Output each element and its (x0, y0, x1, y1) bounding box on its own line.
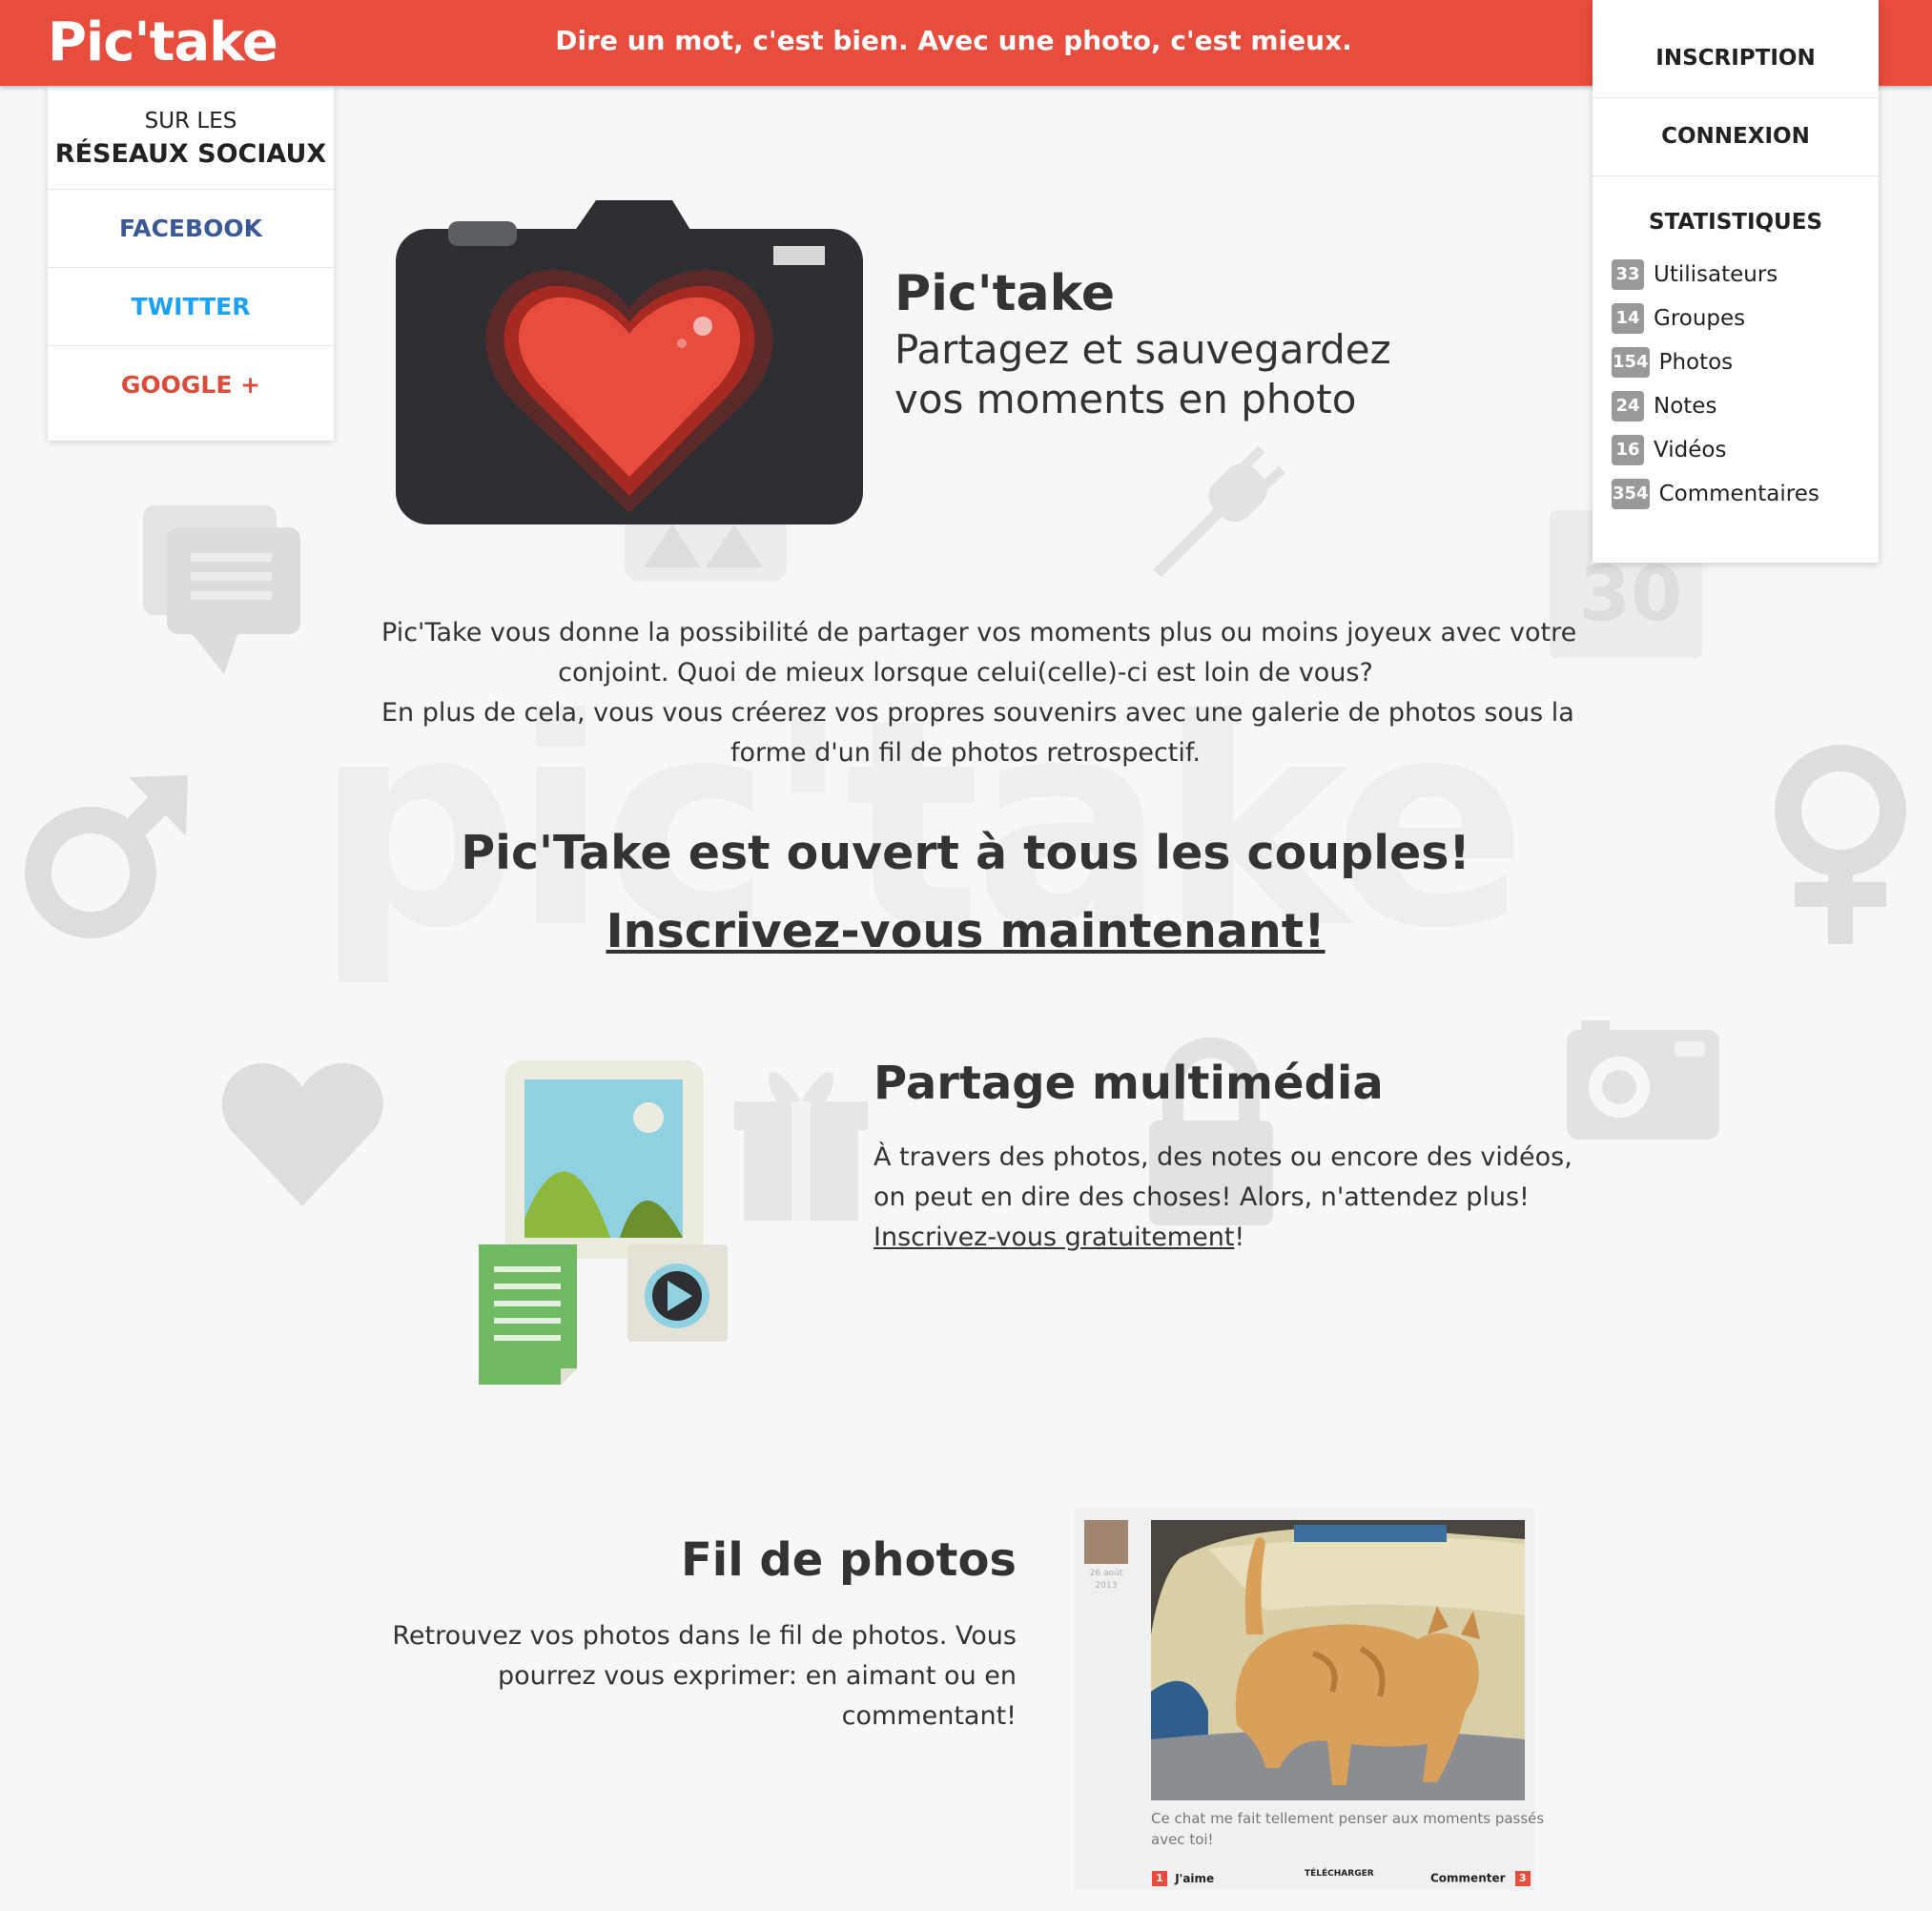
stat-videos: 16 Vidéos (1612, 435, 1726, 467)
multimedia-illustration (479, 1060, 728, 1385)
intro-line4: forme d'un fil de photos retrospectif. (730, 738, 1202, 768)
gift-icon (734, 1072, 868, 1221)
stats-title: STATISTIQUES (1648, 210, 1823, 235)
feed-line1: Retrouvez vos photos dans le fil de phot… (392, 1621, 1017, 1651)
stat-label: Utilisateurs (1654, 262, 1778, 287)
camera-heart-icon (396, 200, 863, 524)
inscription-button[interactable]: INSCRIPTION (1593, 19, 1879, 98)
feed-line3: commentant! (841, 1701, 1017, 1731)
stat-count: 354 (1612, 479, 1650, 509)
stat-label: Vidéos (1654, 438, 1727, 462)
intro-line3: En plus de cela, vous vous créerez vos p… (381, 698, 1574, 728)
social-heading-line2: RÉSEAUX SOCIAUX (54, 139, 327, 169)
like-count: 1 (1152, 1871, 1167, 1886)
hero-subtitle-line2: vos moments en photo (894, 376, 1357, 422)
stat-count: 14 (1612, 303, 1644, 334)
intro-line1: Pic'Take vous donne la possibilité de pa… (381, 618, 1577, 647)
twitter-link[interactable]: TWITTER (48, 267, 334, 346)
like-button[interactable]: 1 J'aime (1152, 1871, 1214, 1886)
google-plus-link[interactable]: GOOGLE + (48, 345, 334, 424)
feed-date: 26 août 2013 (1078, 1568, 1135, 1592)
logo[interactable]: Pic'take (48, 11, 278, 73)
female-symbol-icon (1775, 745, 1906, 944)
stat-users: 33 Utilisateurs (1612, 259, 1778, 292)
heart-icon (221, 1063, 383, 1206)
chat-bubbles-icon (143, 505, 300, 674)
comment-count: 3 (1514, 1871, 1531, 1886)
feed-date-day: 26 août (1089, 1569, 1123, 1578)
comment-label: Commenter (1430, 1871, 1506, 1885)
camera-outline-icon (1567, 1020, 1719, 1140)
feed-line2: pourrez vous exprimer: en aimant ou en (497, 1661, 1017, 1691)
signup-now-link[interactable]: Inscrivez-vous maintenant! (381, 904, 1550, 958)
calendar-day: 30 (1579, 552, 1683, 638)
account-stats-panel: INSCRIPTION CONNEXION STATISTIQUES 33 Uti… (1593, 0, 1879, 563)
male-symbol-icon (25, 775, 188, 938)
avatar[interactable] (1084, 1520, 1128, 1564)
hero-subtitle-line1: Partagez et sauvegardez (894, 326, 1391, 373)
plug-icon (1153, 445, 1285, 578)
multimedia-line1: À travers des photos, des notes ou encor… (874, 1142, 1572, 1172)
multimedia-line3: Inscrivez-vous gratuitement! (874, 1223, 1244, 1252)
feed-caption-line2: avec toi! (1151, 1831, 1214, 1848)
stat-count: 24 (1612, 391, 1644, 421)
stat-label: Notes (1654, 394, 1717, 419)
stat-label: Photos (1658, 350, 1734, 375)
cat-photo[interactable] (1151, 1520, 1525, 1800)
stat-notes: 24 Notes (1612, 391, 1716, 423)
signup-free-link[interactable]: Inscrivez-vous gratuitement (874, 1223, 1234, 1252)
stat-count: 154 (1612, 347, 1650, 378)
stat-photos: 154 Photos (1612, 347, 1733, 380)
feed-title: Fil de photos (680, 1533, 1017, 1587)
social-panel: SUR LES RÉSEAUX SOCIAUX FACEBOOK TWITTER… (48, 86, 334, 441)
couples-heading: Pic'Take est ouvert à tous les couples! (461, 826, 1470, 880)
hero-title: Pic'take (894, 265, 1116, 322)
connexion-button[interactable]: CONNEXION (1593, 97, 1879, 176)
facebook-link[interactable]: FACEBOOK (48, 189, 334, 268)
stat-label: Groupes (1654, 306, 1746, 331)
stat-count: 33 (1612, 259, 1644, 290)
multimedia-title: Partage multimédia (874, 1057, 1384, 1110)
stat-comments: 354 Commentaires (1612, 479, 1819, 511)
like-label: J'aime (1175, 1871, 1215, 1885)
intro-line2: conjoint. Quoi de mieux lorsque celui(ce… (558, 658, 1373, 688)
stat-count: 16 (1612, 435, 1644, 465)
signup-free-suffix: ! (1234, 1223, 1245, 1252)
tagline: Dire un mot, c'est bien. Avec une photo,… (555, 25, 1352, 56)
feed-date-year: 2013 (1095, 1581, 1118, 1591)
feed-caption-line1: Ce chat me fait tellement penser aux mom… (1151, 1810, 1545, 1827)
comment-button[interactable]: Commenter 3 (1430, 1871, 1531, 1886)
download-button[interactable]: TÉLÉCHARGER (1305, 1869, 1374, 1879)
stat-groups: 14 Groupes (1612, 303, 1745, 336)
multimedia-line2: on peut en dire des choses! Alors, n'att… (874, 1182, 1530, 1212)
stat-label: Commentaires (1658, 482, 1819, 506)
social-heading-line1: SUR LES (144, 109, 237, 134)
